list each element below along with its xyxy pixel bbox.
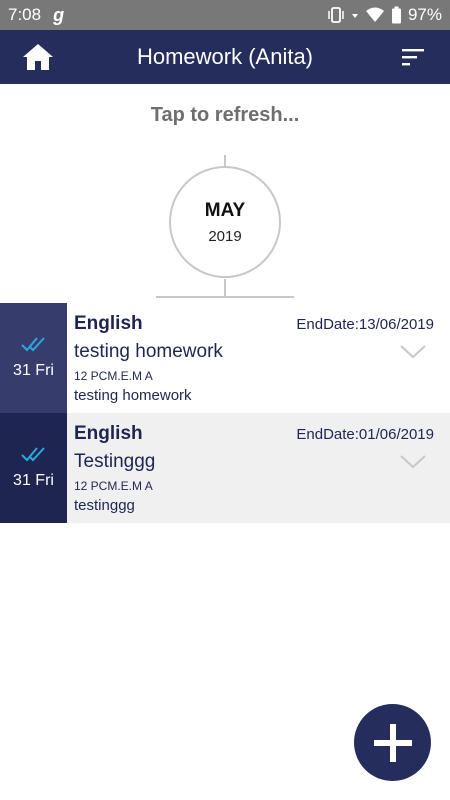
timeline-base-line bbox=[156, 296, 294, 298]
status-bar: 7:08 g 97% bbox=[0, 0, 450, 30]
homework-date: 31 Fri bbox=[0, 303, 67, 413]
app-bar: Homework (Anita) bbox=[0, 30, 450, 84]
status-time: 7:08 bbox=[8, 5, 42, 24]
vibrate-icon bbox=[328, 7, 344, 23]
signal-arrow-icon bbox=[351, 14, 358, 18]
battery-percent: 97% bbox=[407, 5, 442, 24]
homework-class: 12 PCM.E.M A bbox=[74, 369, 153, 383]
app-notification-icon: g bbox=[53, 4, 65, 25]
homework-date: 31 Fri bbox=[0, 413, 67, 523]
add-homework-button[interactable] bbox=[354, 704, 431, 781]
homework-subject: English bbox=[74, 423, 143, 444]
month-year: 2019 bbox=[208, 227, 242, 245]
homework-day: 31 Fri bbox=[13, 472, 54, 489]
homework-end-date: EndDate:01/06/2019 bbox=[296, 426, 434, 443]
refresh-button[interactable]: Tap to refresh... bbox=[0, 104, 450, 127]
page-title: Homework (Anita) bbox=[136, 44, 314, 69]
homework-title: testing homework bbox=[74, 341, 223, 362]
home-icon[interactable] bbox=[22, 42, 54, 72]
double-check-icon bbox=[20, 337, 45, 352]
chevron-down-icon[interactable] bbox=[400, 345, 426, 359]
homework-end-date: EndDate:13/06/2019 bbox=[296, 316, 434, 333]
month-marker: MAY 2019 bbox=[150, 155, 300, 300]
homework-description: testinggg bbox=[74, 497, 135, 514]
homework-title: Testinggg bbox=[74, 451, 156, 472]
double-check-icon bbox=[20, 447, 45, 462]
wifi-icon bbox=[365, 7, 384, 22]
month-circle: MAY 2019 bbox=[169, 166, 281, 278]
homework-body: English EndDate:01/06/2019 Testinggg 12 … bbox=[74, 413, 450, 523]
month-name: MAY bbox=[204, 199, 246, 221]
homework-description: testing homework bbox=[74, 387, 192, 404]
chevron-down-icon[interactable] bbox=[400, 455, 426, 469]
sort-icon[interactable] bbox=[402, 47, 426, 67]
homework-body: English EndDate:13/06/2019 testing homew… bbox=[74, 303, 450, 413]
timeline-bottom-line bbox=[224, 279, 226, 297]
homework-item[interactable]: 31 Fri English EndDate:13/06/2019 testin… bbox=[0, 303, 450, 413]
homework-day: 31 Fri bbox=[13, 362, 54, 379]
homework-item[interactable]: 31 Fri English EndDate:01/06/2019 Testin… bbox=[0, 413, 450, 523]
battery-icon bbox=[391, 6, 401, 24]
homework-class: 12 PCM.E.M A bbox=[74, 479, 153, 493]
plus-icon bbox=[373, 723, 412, 762]
homework-subject: English bbox=[74, 313, 143, 334]
